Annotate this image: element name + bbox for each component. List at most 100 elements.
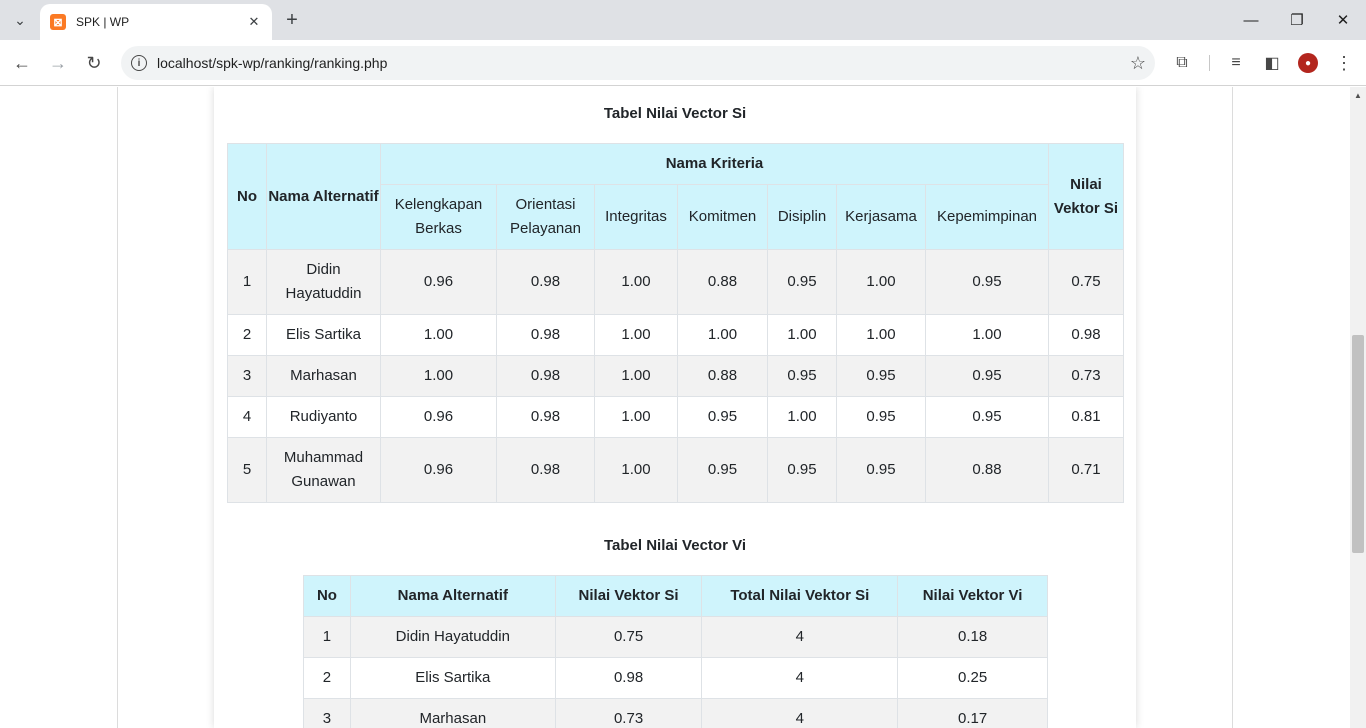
cell-value: 0.98 — [496, 437, 595, 503]
table-row: 1 Didin Hayatuddin 0.75 4 0.18 — [303, 616, 1048, 658]
cell-value: 0.95 — [925, 396, 1049, 438]
vi-table: No Nama Alternatif Nilai Vektor Si Total… — [303, 575, 1048, 728]
close-tab-icon[interactable]: ✕ — [246, 14, 262, 30]
cell-value: 0.98 — [496, 355, 595, 397]
cell-value: 0.95 — [677, 437, 768, 503]
cell-alternatif: Muhammad Gunawan — [266, 437, 381, 503]
cell-value: 0.95 — [836, 396, 926, 438]
table-row: 4 Rudiyanto 0.96 0.98 1.00 0.95 1.00 0.9… — [227, 396, 1124, 438]
cell-value: 0.98 — [496, 314, 595, 356]
vi-col-nilai-si: Nilai Vektor Si — [554, 575, 703, 617]
xampp-favicon-icon: ⊠ — [50, 14, 66, 30]
cell-vi: 0.17 — [897, 698, 1048, 728]
content-container: Tabel Nilai Vector Si No Nama Alternatif… — [117, 87, 1233, 728]
cell-value: 0.95 — [925, 249, 1049, 315]
cell-value: 1.00 — [594, 396, 678, 438]
cell-si: 0.81 — [1048, 396, 1124, 438]
avatar-icon: ● — [1298, 53, 1318, 73]
cell-value: 0.88 — [677, 249, 768, 315]
scroll-up-arrow-icon[interactable]: ▲ — [1350, 87, 1366, 103]
cell-vi: 0.18 — [897, 616, 1048, 658]
cell-no: 1 — [303, 616, 351, 658]
cell-value: 0.96 — [380, 396, 497, 438]
si-col-kriteria: Nama Kriteria — [380, 143, 1049, 185]
menu-kebab-icon[interactable]: ⋮ — [1329, 48, 1359, 78]
page-scrollbar[interactable]: ▲ — [1350, 87, 1366, 728]
table-row: 3 Marhasan 1.00 0.98 1.00 0.88 0.95 0.95… — [227, 355, 1124, 397]
cell-value: 0.95 — [767, 249, 837, 315]
si-col-nilai-si: Nilai Vektor Si — [1048, 143, 1124, 250]
cell-value: 1.00 — [767, 314, 837, 356]
cell-value: 0.95 — [767, 437, 837, 503]
cell-value: 1.00 — [380, 355, 497, 397]
scroll-thumb[interactable] — [1352, 335, 1364, 553]
cell-total: 4 — [701, 657, 899, 699]
table-row: 5 Muhammad Gunawan 0.96 0.98 1.00 0.95 0… — [227, 437, 1124, 503]
cell-value: 0.95 — [925, 355, 1049, 397]
cell-value: 1.00 — [836, 249, 926, 315]
extensions-icon[interactable]: ⧉ — [1167, 48, 1197, 78]
criteria-header: Kepemimpinan — [925, 184, 1049, 250]
tab-title: SPK | WP — [76, 15, 130, 29]
close-window-icon[interactable]: ✕ — [1320, 0, 1366, 40]
vi-col-total-si: Total Nilai Vektor Si — [701, 575, 899, 617]
page-viewport: Tabel Nilai Vector Si No Nama Alternatif… — [0, 87, 1350, 728]
cell-value: 0.95 — [836, 437, 926, 503]
vi-table-title: Tabel Nilai Vector Vi — [603, 537, 746, 554]
cell-value: 0.96 — [380, 249, 497, 315]
tab-search-icon[interactable]: ⌄ — [6, 6, 34, 34]
si-table: No Nama Alternatif Nama Kriteria Nilai V… — [227, 143, 1124, 503]
cell-si: 0.75 — [1048, 249, 1124, 315]
bookmark-star-icon[interactable]: ☆ — [1121, 53, 1155, 74]
cell-value: 1.00 — [925, 314, 1049, 356]
criteria-header: Orientasi Pelayanan — [496, 184, 595, 250]
side-panel-icon[interactable]: ◧ — [1257, 48, 1287, 78]
cell-value: 0.95 — [836, 355, 926, 397]
restore-icon[interactable]: ❐ — [1274, 0, 1320, 40]
toolbar-divider — [1209, 55, 1210, 71]
table-row: 2 Elis Sartika 1.00 0.98 1.00 1.00 1.00 … — [227, 314, 1124, 356]
cell-total: 4 — [701, 616, 899, 658]
criteria-header: Kelengkapan Berkas — [380, 184, 497, 250]
cell-alternatif: Didin Hayatuddin — [349, 616, 556, 658]
cell-alternatif: Elis Sartika — [266, 314, 381, 356]
cell-value: 1.00 — [594, 314, 678, 356]
cell-value: 0.88 — [677, 355, 768, 397]
address-bar[interactable]: i localhost/spk-wp/ranking/ranking.php ☆ — [121, 46, 1155, 80]
url-text[interactable]: localhost/spk-wp/ranking/ranking.php — [157, 55, 1121, 71]
cell-si: 0.98 — [554, 657, 703, 699]
browser-toolbar: ← → ↻ i localhost/spk-wp/ranking/ranking… — [0, 40, 1366, 86]
site-info-icon[interactable]: i — [131, 55, 147, 71]
media-controls-icon[interactable]: ≡ — [1221, 48, 1251, 78]
table-row: 1 Didin Hayatuddin 0.96 0.98 1.00 0.88 0… — [227, 249, 1124, 315]
vi-col-no: No — [303, 575, 351, 617]
reload-icon[interactable]: ↻ — [79, 48, 109, 78]
minimize-icon[interactable]: — — [1228, 0, 1274, 40]
cell-value: 0.88 — [925, 437, 1049, 503]
profile-avatar[interactable]: ● — [1293, 48, 1323, 78]
criteria-header: Integritas — [594, 184, 678, 250]
cell-value: 1.00 — [594, 355, 678, 397]
cell-no: 1 — [227, 249, 267, 315]
cell-si: 0.71 — [1048, 437, 1124, 503]
table-row: 3 Marhasan 0.73 4 0.17 — [303, 698, 1048, 728]
cell-value: 0.96 — [380, 437, 497, 503]
cell-alternatif: Didin Hayatuddin — [266, 249, 381, 315]
browser-tab[interactable]: ⊠ SPK | WP ✕ — [40, 4, 272, 40]
new-tab-icon[interactable]: + — [278, 6, 306, 34]
forward-arrow-icon[interactable]: → — [43, 48, 73, 78]
cell-vi: 0.25 — [897, 657, 1048, 699]
cell-no: 3 — [303, 698, 351, 728]
criteria-header: Disiplin — [767, 184, 837, 250]
cell-alternatif: Rudiyanto — [266, 396, 381, 438]
cell-no: 5 — [227, 437, 267, 503]
cell-value: 0.95 — [677, 396, 768, 438]
cell-value: 0.98 — [496, 396, 595, 438]
cell-total: 4 — [701, 698, 899, 728]
cell-no: 2 — [227, 314, 267, 356]
cell-no: 2 — [303, 657, 351, 699]
cell-si: 0.73 — [1048, 355, 1124, 397]
cell-value: 1.00 — [594, 249, 678, 315]
cell-alternatif: Marhasan — [349, 698, 556, 728]
back-arrow-icon[interactable]: ← — [7, 48, 37, 78]
